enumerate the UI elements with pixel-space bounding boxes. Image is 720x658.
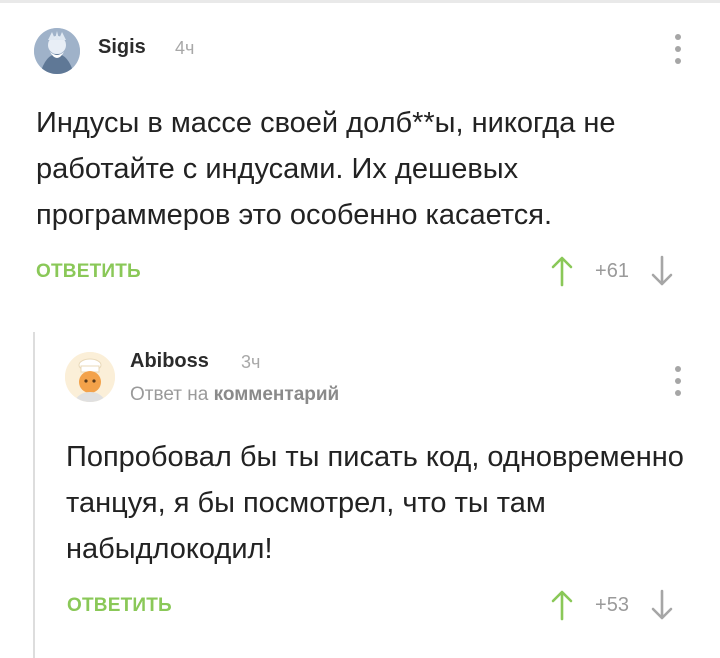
reply-to-comment-link[interactable]: комментарий: [214, 384, 340, 405]
author-name[interactable]: Sigis: [98, 36, 146, 59]
author-name[interactable]: Abiboss: [130, 350, 209, 373]
reply-prefix: Ответ на: [130, 384, 209, 405]
comment-time: 4ч: [175, 38, 195, 58]
comment-time: 3ч: [241, 352, 261, 372]
avatar[interactable]: [34, 28, 80, 74]
reply-button[interactable]: ОТВЕТИТЬ: [36, 261, 141, 283]
top-divider: [0, 0, 720, 3]
reply-button[interactable]: ОТВЕТИТЬ: [67, 595, 172, 617]
avatar-image: [65, 352, 115, 402]
comment-text: Попробовал бы ты писать код, одновременн…: [66, 441, 684, 565]
vote-controls: +53: [548, 588, 676, 622]
arrow-down-icon[interactable]: [648, 588, 676, 622]
arrow-up-icon[interactable]: [548, 588, 576, 622]
vote-controls: +61: [548, 254, 676, 288]
avatar-image: [34, 28, 80, 74]
reply-comment: Abiboss 3ч Ответ на комментарий Попробов…: [0, 332, 720, 658]
arrow-down-icon[interactable]: [648, 254, 676, 288]
vote-score: +53: [595, 593, 629, 616]
comment: Sigis 4ч Индусы в массе своей долб**ы, н…: [0, 18, 720, 318]
more-vertical-icon[interactable]: [673, 34, 683, 64]
avatar[interactable]: [65, 352, 115, 402]
more-vertical-icon[interactable]: [673, 366, 683, 396]
reply-reference: Ответ на комментарий: [130, 384, 339, 406]
comment-text: Индусы в массе своей долб**ы, никогда не…: [36, 107, 616, 231]
vote-score: +61: [595, 259, 629, 282]
arrow-up-icon[interactable]: [548, 254, 576, 288]
